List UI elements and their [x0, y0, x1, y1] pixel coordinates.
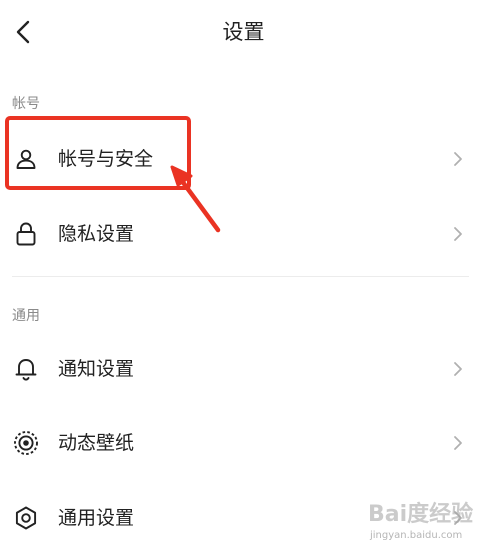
settings-item-privacy[interactable]: 隐私设置 — [0, 206, 487, 262]
settings-item-label: 帐号与安全 — [58, 148, 154, 170]
settings-item-live-wallpaper[interactable]: 动态壁纸 — [0, 415, 487, 471]
section-header-account: 帐号 — [12, 96, 40, 112]
chevron-right-icon — [448, 359, 468, 379]
nav-bar: 设置 — [0, 0, 487, 64]
live-wallpaper-icon — [12, 429, 40, 457]
section-header-general: 通用 — [12, 308, 40, 324]
gear-icon — [12, 504, 40, 532]
section-divider — [12, 276, 469, 277]
chevron-right-icon — [448, 149, 468, 169]
user-icon — [12, 145, 40, 173]
settings-item-label: 通用设置 — [58, 507, 135, 529]
settings-item-account-security[interactable]: 帐号与安全 — [0, 131, 487, 187]
settings-item-notifications[interactable]: 通知设置 — [0, 341, 487, 397]
settings-item-label: 隐私设置 — [58, 223, 135, 245]
chevron-right-icon — [448, 508, 468, 528]
settings-item-label: 动态壁纸 — [58, 432, 135, 454]
settings-item-general[interactable]: 通用设置 — [0, 490, 487, 546]
chevron-right-icon — [448, 433, 468, 453]
lock-icon — [12, 220, 40, 248]
page-title: 设置 — [222, 20, 265, 44]
bell-icon — [12, 355, 40, 383]
settings-item-label: 通知设置 — [58, 358, 135, 380]
chevron-right-icon — [448, 224, 468, 244]
